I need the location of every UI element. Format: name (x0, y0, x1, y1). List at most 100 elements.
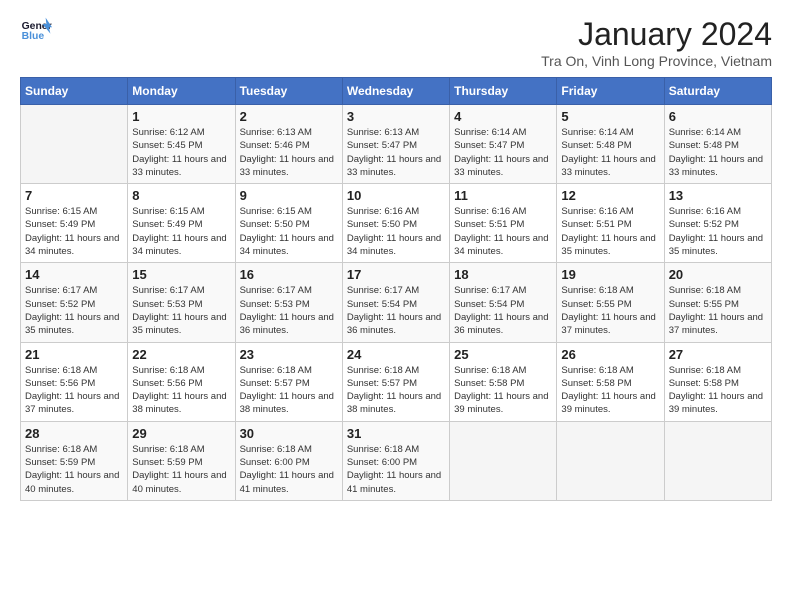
calendar-cell: 20 Sunrise: 6:18 AMSunset: 5:55 PMDayligh… (664, 263, 771, 342)
day-info: Sunrise: 6:17 AMSunset: 5:54 PMDaylight:… (347, 284, 445, 337)
day-number: 13 (669, 188, 767, 203)
day-number: 31 (347, 426, 445, 441)
dow-header: Thursday (450, 78, 557, 105)
calendar-cell: 22 Sunrise: 6:18 AMSunset: 5:56 PMDayligh… (128, 342, 235, 421)
calendar-cell (450, 421, 557, 500)
calendar-cell: 25 Sunrise: 6:18 AMSunset: 5:58 PMDayligh… (450, 342, 557, 421)
day-info: Sunrise: 6:14 AMSunset: 5:48 PMDaylight:… (669, 126, 767, 179)
day-number: 8 (132, 188, 230, 203)
day-info: Sunrise: 6:18 AMSunset: 5:57 PMDaylight:… (347, 364, 445, 417)
calendar-cell: 6Sunrise: 6:14 AMSunset: 5:48 PMDaylight… (664, 105, 771, 184)
day-info: Sunrise: 6:18 AMSunset: 5:56 PMDaylight:… (132, 364, 230, 417)
calendar-cell: 14 Sunrise: 6:17 AMSunset: 5:52 PMDayligh… (21, 263, 128, 342)
day-info: Sunrise: 6:16 AMSunset: 5:50 PMDaylight:… (347, 205, 445, 258)
calendar-cell: 12 Sunrise: 6:16 AMSunset: 5:51 PMDayligh… (557, 184, 664, 263)
calendar-row: 7 Sunrise: 6:15 AMSunset: 5:49 PMDaylight… (21, 184, 772, 263)
day-number: 24 (347, 347, 445, 362)
calendar-cell (557, 421, 664, 500)
calendar-table: SundayMondayTuesdayWednesdayThursdayFrid… (20, 77, 772, 501)
day-number: 7 (25, 188, 123, 203)
calendar-cell: 15 Sunrise: 6:17 AMSunset: 5:53 PMDayligh… (128, 263, 235, 342)
calendar-cell: 13 Sunrise: 6:16 AMSunset: 5:52 PMDayligh… (664, 184, 771, 263)
day-number: 10 (347, 188, 445, 203)
day-info: Sunrise: 6:14 AMSunset: 5:48 PMDaylight:… (561, 126, 659, 179)
day-info: Sunrise: 6:18 AMSunset: 5:55 PMDaylight:… (561, 284, 659, 337)
day-number: 28 (25, 426, 123, 441)
day-number: 17 (347, 267, 445, 282)
logo-icon: General Blue (20, 16, 52, 44)
day-info: Sunrise: 6:17 AMSunset: 5:53 PMDaylight:… (132, 284, 230, 337)
day-info: Sunrise: 6:16 AMSunset: 5:51 PMDaylight:… (561, 205, 659, 258)
calendar-cell: 21 Sunrise: 6:18 AMSunset: 5:56 PMDayligh… (21, 342, 128, 421)
calendar-row: 28 Sunrise: 6:18 AMSunset: 5:59 PMDayligh… (21, 421, 772, 500)
day-number: 1 (132, 109, 230, 124)
day-number: 5 (561, 109, 659, 124)
calendar-cell: 5 Sunrise: 6:14 AMSunset: 5:48 PMDaylight… (557, 105, 664, 184)
day-number: 22 (132, 347, 230, 362)
calendar-row: 14 Sunrise: 6:17 AMSunset: 5:52 PMDayligh… (21, 263, 772, 342)
calendar-cell: 8Sunrise: 6:15 AMSunset: 5:49 PMDaylight… (128, 184, 235, 263)
day-info: Sunrise: 6:17 AMSunset: 5:53 PMDaylight:… (240, 284, 338, 337)
day-number: 19 (561, 267, 659, 282)
dow-header: Tuesday (235, 78, 342, 105)
day-info: Sunrise: 6:18 AMSunset: 5:58 PMDaylight:… (561, 364, 659, 417)
calendar-cell: 27Sunrise: 6:18 AMSunset: 5:58 PMDayligh… (664, 342, 771, 421)
day-number: 12 (561, 188, 659, 203)
day-info: Sunrise: 6:17 AMSunset: 5:52 PMDaylight:… (25, 284, 123, 337)
calendar-cell: 2Sunrise: 6:13 AMSunset: 5:46 PMDaylight… (235, 105, 342, 184)
logo: General Blue (20, 16, 52, 44)
day-info: Sunrise: 6:17 AMSunset: 5:54 PMDaylight:… (454, 284, 552, 337)
calendar-cell: 4Sunrise: 6:14 AMSunset: 5:47 PMDaylight… (450, 105, 557, 184)
day-info: Sunrise: 6:18 AMSunset: 5:59 PMDaylight:… (132, 443, 230, 496)
calendar-cell: 19 Sunrise: 6:18 AMSunset: 5:55 PMDayligh… (557, 263, 664, 342)
day-number: 21 (25, 347, 123, 362)
day-info: Sunrise: 6:15 AMSunset: 5:50 PMDaylight:… (240, 205, 338, 258)
day-number: 30 (240, 426, 338, 441)
month-title: January 2024 (541, 16, 772, 53)
day-info: Sunrise: 6:15 AMSunset: 5:49 PMDaylight:… (25, 205, 123, 258)
day-info: Sunrise: 6:18 AMSunset: 5:59 PMDaylight:… (25, 443, 123, 496)
dow-header: Monday (128, 78, 235, 105)
dow-header: Wednesday (342, 78, 449, 105)
calendar-cell: 31 Sunrise: 6:18 AMSunset: 6:00 PMDayligh… (342, 421, 449, 500)
day-info: Sunrise: 6:18 AMSunset: 5:58 PMDaylight:… (454, 364, 552, 417)
calendar-cell: 3Sunrise: 6:13 AMSunset: 5:47 PMDaylight… (342, 105, 449, 184)
day-number: 27 (669, 347, 767, 362)
dow-header: Saturday (664, 78, 771, 105)
day-number: 9 (240, 188, 338, 203)
calendar-cell: 7 Sunrise: 6:15 AMSunset: 5:49 PMDaylight… (21, 184, 128, 263)
calendar-cell: 9 Sunrise: 6:15 AMSunset: 5:50 PMDaylight… (235, 184, 342, 263)
day-number: 3 (347, 109, 445, 124)
day-info: Sunrise: 6:18 AMSunset: 6:00 PMDaylight:… (240, 443, 338, 496)
day-number: 11 (454, 188, 552, 203)
day-number: 15 (132, 267, 230, 282)
calendar-cell (664, 421, 771, 500)
calendar-cell: 24 Sunrise: 6:18 AMSunset: 5:57 PMDayligh… (342, 342, 449, 421)
calendar-cell (21, 105, 128, 184)
calendar-row: 1 Sunrise: 6:12 AMSunset: 5:45 PMDaylight… (21, 105, 772, 184)
day-number: 16 (240, 267, 338, 282)
title-block: January 2024 Tra On, Vinh Long Province,… (541, 16, 772, 69)
location: Tra On, Vinh Long Province, Vietnam (541, 53, 772, 69)
calendar-cell: 16 Sunrise: 6:17 AMSunset: 5:53 PMDayligh… (235, 263, 342, 342)
calendar-cell: 26Sunrise: 6:18 AMSunset: 5:58 PMDayligh… (557, 342, 664, 421)
day-number: 25 (454, 347, 552, 362)
calendar-cell: 10 Sunrise: 6:16 AMSunset: 5:50 PMDayligh… (342, 184, 449, 263)
day-number: 2 (240, 109, 338, 124)
calendar-cell: 28 Sunrise: 6:18 AMSunset: 5:59 PMDayligh… (21, 421, 128, 500)
dow-header: Friday (557, 78, 664, 105)
calendar-cell: 23Sunrise: 6:18 AMSunset: 5:57 PMDayligh… (235, 342, 342, 421)
day-info: Sunrise: 6:12 AMSunset: 5:45 PMDaylight:… (132, 126, 230, 179)
day-number: 20 (669, 267, 767, 282)
day-info: Sunrise: 6:16 AMSunset: 5:51 PMDaylight:… (454, 205, 552, 258)
page-header: General Blue January 2024 Tra On, Vinh L… (20, 16, 772, 69)
day-info: Sunrise: 6:18 AMSunset: 5:56 PMDaylight:… (25, 364, 123, 417)
day-info: Sunrise: 6:16 AMSunset: 5:52 PMDaylight:… (669, 205, 767, 258)
day-number: 29 (132, 426, 230, 441)
day-info: Sunrise: 6:18 AMSunset: 6:00 PMDaylight:… (347, 443, 445, 496)
calendar-row: 21 Sunrise: 6:18 AMSunset: 5:56 PMDayligh… (21, 342, 772, 421)
calendar-cell: 29 Sunrise: 6:18 AMSunset: 5:59 PMDayligh… (128, 421, 235, 500)
day-info: Sunrise: 6:18 AMSunset: 5:55 PMDaylight:… (669, 284, 767, 337)
day-number: 14 (25, 267, 123, 282)
calendar-cell: 11 Sunrise: 6:16 AMSunset: 5:51 PMDayligh… (450, 184, 557, 263)
